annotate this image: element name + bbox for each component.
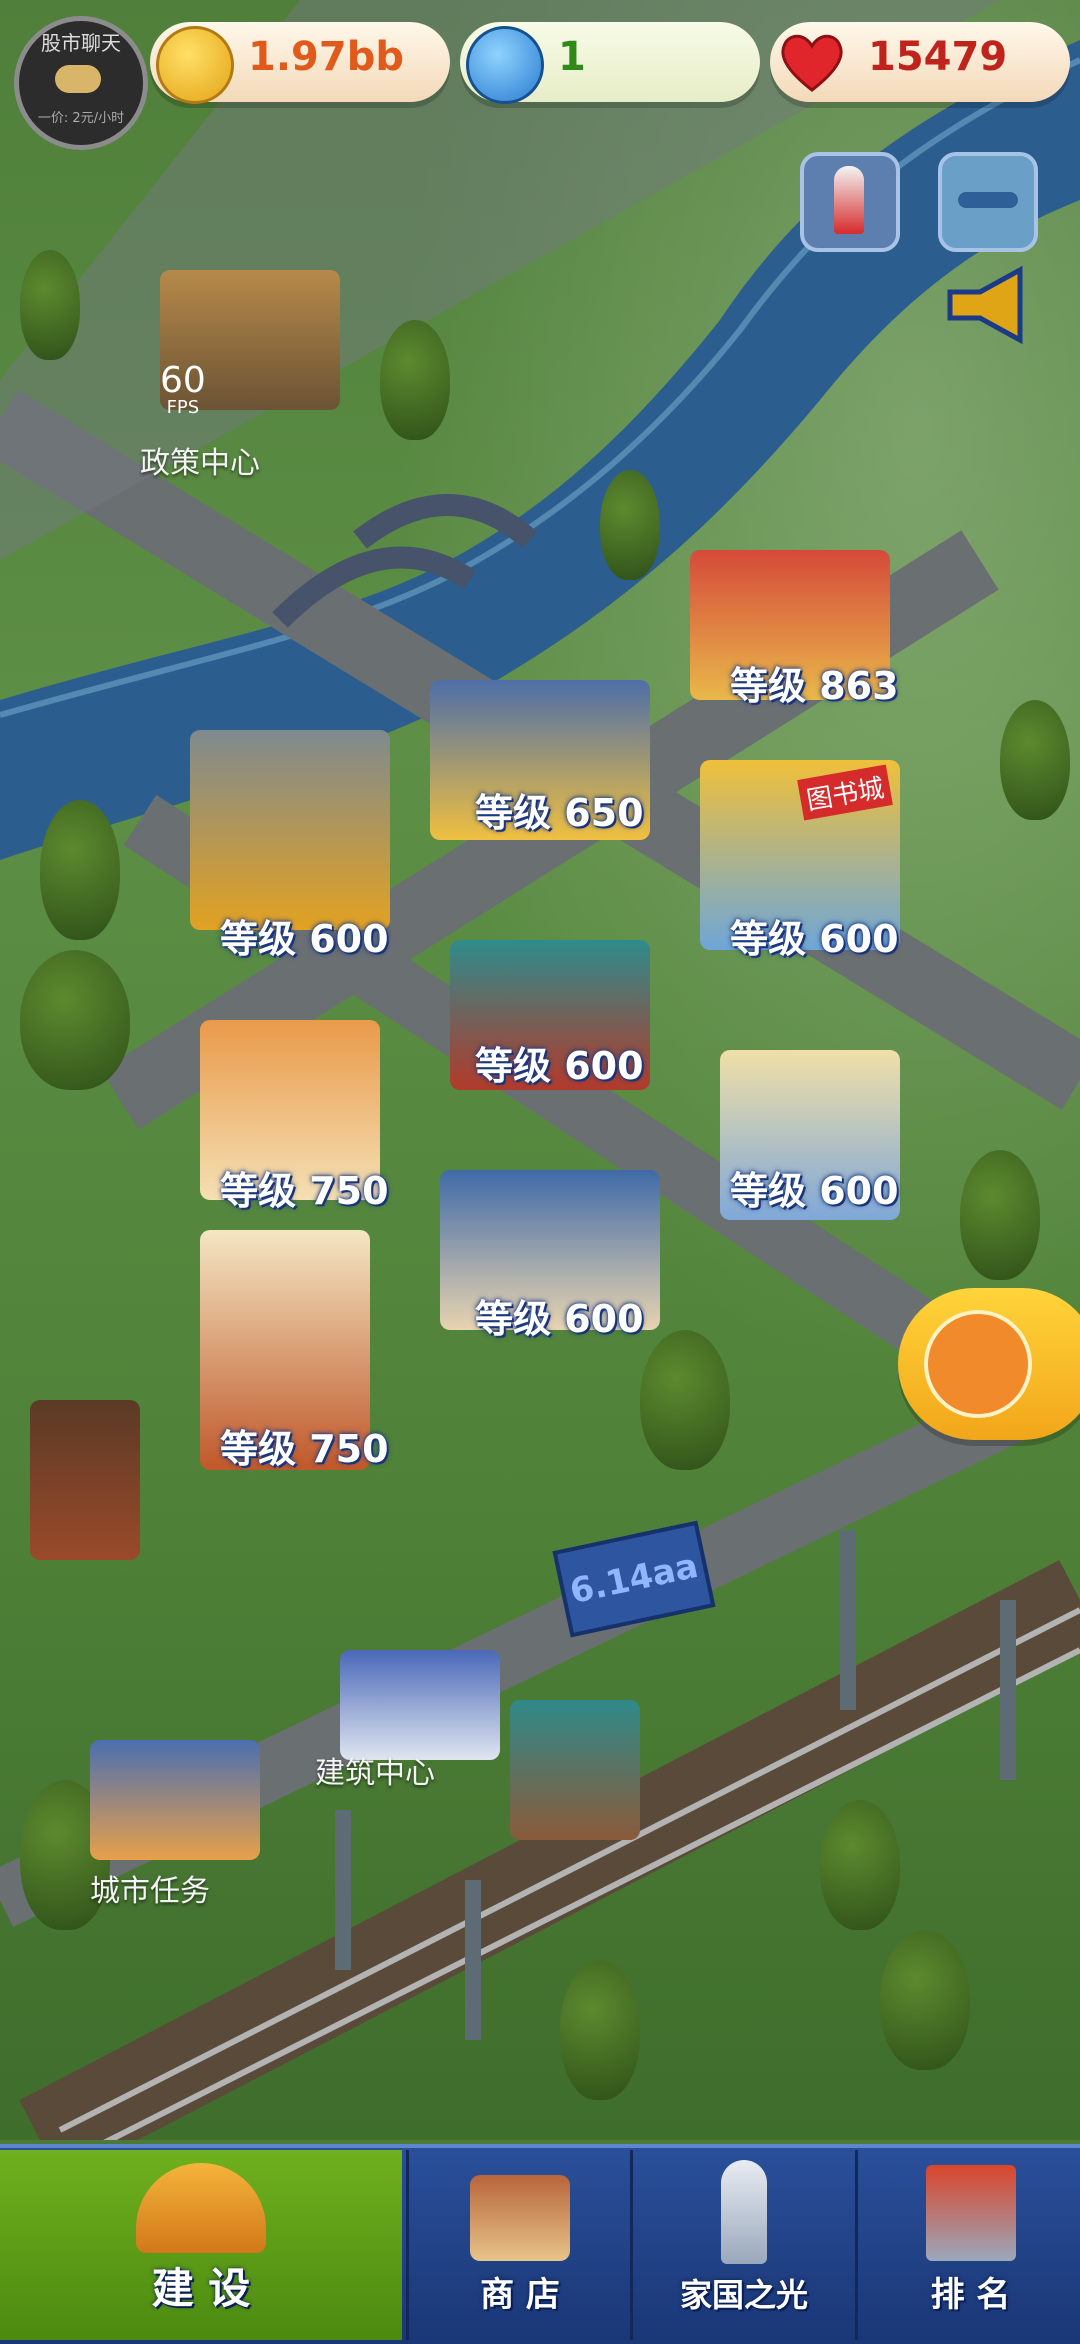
avatar-text-2: 一价: 2元/小时 [37,111,125,126]
city-map[interactable]: 图书城 6.14aa 60 FPS 政策中心 建筑中心 城市任务 等级 863 … [0,0,1080,2140]
level-label[interactable]: 等级 750 [220,1160,389,1215]
avatar-text-1: 股市聊天 [41,31,121,55]
hearts-counter[interactable]: 15479 [770,22,1070,102]
level-label[interactable]: 等级 600 [475,1035,644,1090]
megaphone-icon [947,265,1023,345]
level-label[interactable]: 等级 600 [730,1160,899,1215]
fps-value: 60 [160,360,206,401]
tree [960,1150,1040,1280]
policy-center-label[interactable]: 政策中心 [140,438,260,482]
tree [20,950,130,1090]
avatar-icon [55,65,101,93]
level-label[interactable]: 等级 650 [475,782,644,837]
rocket-event-icon [834,166,864,234]
tree [380,320,450,440]
level-label[interactable]: 等级 600 [475,1288,644,1343]
nav-build[interactable]: 建 设 [0,2150,402,2340]
fps-unit: FPS [166,397,200,418]
star-gem-icon [466,26,544,104]
coins-value: 1.97bb [248,34,404,80]
shop-icon [470,2175,570,2261]
tree [1000,700,1070,820]
pagoda-building[interactable] [30,1400,140,1560]
tree [600,470,660,580]
rocket-icon [721,2160,767,2264]
megaphone-button[interactable] [940,262,1036,352]
tree [40,800,120,940]
ranking-icon [925,2165,1016,2261]
build-edit-button[interactable] [898,1288,1080,1440]
bookstore-sign: 图书城 [797,764,893,821]
tree [560,1960,640,2100]
hearts-value: 15479 [868,34,1008,80]
tree [20,250,80,360]
level-label[interactable]: 等级 600 [730,908,899,963]
hardhat-icon [136,2163,266,2253]
station-building[interactable] [510,1700,640,1840]
nav-build-label: 建 设 [151,2264,251,2313]
city-tasks-building[interactable] [90,1740,260,1860]
billboard-value: 6.14aa [566,1545,702,1613]
level-label[interactable]: 等级 600 [220,908,389,963]
airplane-icon [958,192,1018,208]
house-pencil-icon [924,1310,1032,1418]
tree [820,1800,900,1930]
rocket-event-button[interactable] [800,152,900,252]
coin-icon [156,26,234,104]
coins-counter[interactable]: 1.97bb [150,22,450,104]
gems-counter[interactable]: 1 [460,22,760,104]
nav-ranking-label: 排 名 [930,2275,1011,2315]
tree [880,1930,970,2070]
construction-center-building[interactable] [340,1650,500,1760]
nav-shop-label: 商 店 [480,2275,560,2315]
gems-value: 1 [558,34,586,80]
city-tasks-label[interactable]: 城市任务 [90,1866,210,1910]
construction-center-label[interactable]: 建筑中心 [315,1748,435,1792]
nav-nation-light[interactable]: 家国之光 [630,2150,855,2340]
tree [640,1330,730,1470]
steel-mill-building[interactable] [190,730,390,930]
nav-ranking[interactable]: 排 名 [855,2150,1080,2340]
level-label[interactable]: 等级 750 [220,1418,389,1473]
fps-counter: 60 FPS [160,360,206,418]
avatar-button[interactable]: 股市聊天 一价: 2元/小时 [14,16,148,150]
nav-nation-light-label: 家国之光 [679,2276,808,2314]
heart-icon [776,26,848,98]
nav-shop[interactable]: 商 店 [406,2150,631,2340]
airplane-button[interactable] [938,152,1038,252]
level-label[interactable]: 等级 863 [730,655,899,710]
